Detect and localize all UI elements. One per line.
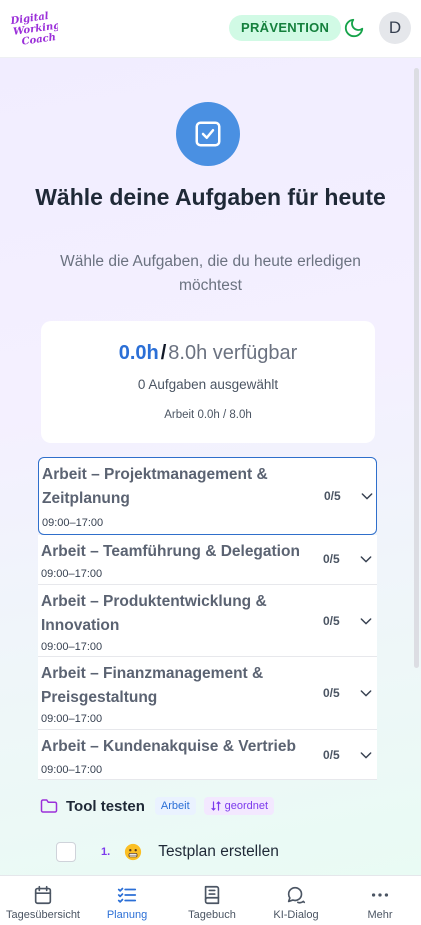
task-number: 1.	[101, 846, 111, 858]
nav-label: Tagesübersicht	[6, 909, 80, 921]
category-count: 0/5	[323, 552, 340, 566]
sort-arrows-icon	[211, 801, 221, 811]
page-subtitle: Wähle die Aufgaben, die du heute erledig…	[60, 253, 361, 294]
nav-ki-dialog[interactable]: KI-Dialog	[254, 876, 338, 925]
calendar-icon	[34, 885, 52, 905]
category-title: Arbeit – Teamführung & Delegation	[41, 543, 300, 560]
page-title: Wähle deine Aufgaben für heute	[35, 184, 386, 210]
project-row[interactable]: Tool testen Arbeit geordnet	[40, 795, 400, 817]
bottom-navigation: Tagesübersicht Planung Tagebuch KI-Dialo…	[0, 875, 421, 925]
category-count: 0/5	[323, 686, 340, 700]
category-time: 09:00–17:00	[41, 641, 103, 653]
sort-order-label: geordnet	[224, 800, 269, 812]
category-budget: Arbeit 0.0h / 8.0h	[164, 409, 252, 421]
project-name: Tool testen	[66, 797, 145, 815]
category-kundenakquise[interactable]: Arbeit – Kundenakquise & Vertrieb 09:00–…	[38, 730, 377, 780]
category-time: 09:00–17:00	[41, 568, 103, 580]
nav-tagesuebersicht[interactable]: Tagesübersicht	[1, 876, 85, 925]
category-count: 0/5	[323, 614, 340, 628]
category-title: Arbeit – Kundenakquise & Vertrieb	[41, 738, 296, 755]
project-category-tag: Arbeit	[154, 797, 196, 815]
category-title: Arbeit – Projektmanagement & Zeitplanung	[42, 466, 268, 507]
category-title: Arbeit – Finanzmanagement & Preisgestalt…	[41, 665, 264, 706]
digital-working-coach-logo[interactable]: Digital Working Coach	[10, 9, 58, 49]
hours-used: 0.0h	[118, 342, 159, 364]
nav-label: Tagebuch	[188, 909, 236, 921]
book-icon	[204, 885, 220, 905]
list-check-icon	[117, 887, 137, 903]
task-name: Testplan erstellen	[158, 843, 279, 860]
checkbox-icon	[195, 121, 221, 147]
category-time: 09:00–17:00	[41, 713, 103, 725]
task-row[interactable]: 1. Testplan erstellen	[56, 841, 396, 863]
avatar[interactable]: D	[379, 12, 411, 44]
nav-tagebuch[interactable]: Tagebuch	[170, 876, 254, 925]
category-projektmanagement[interactable]: Arbeit – Projektmanagement & Zeitplanung…	[38, 457, 377, 535]
more-icon	[371, 893, 389, 897]
mode-badge[interactable]: PRÄVENTION	[229, 15, 342, 41]
nav-label: Planung	[106, 909, 148, 921]
category-time: 09:00–17:00	[42, 517, 104, 529]
nav-mehr[interactable]: Mehr	[338, 876, 421, 925]
chat-icon	[287, 886, 306, 904]
time-summary-card: 0.0h/8.0h verfügbar 0 Aufgaben ausgewähl…	[41, 321, 375, 443]
selected-tasks-count: 0 Aufgaben ausgewählt	[137, 377, 279, 392]
app-header: Digital Working Coach PRÄVENTION D	[0, 0, 421, 58]
nav-label: KI-Dialog	[273, 909, 319, 921]
hours-slash: /	[160, 342, 167, 364]
category-teamfuehrung[interactable]: Arbeit – Teamführung & Delegation 09:00–…	[38, 535, 377, 585]
category-count: 0/5	[323, 748, 340, 762]
chevron-down-icon[interactable]	[358, 747, 374, 763]
task-checkbox[interactable]	[56, 842, 76, 862]
moon-icon[interactable]	[343, 17, 365, 39]
planning-page: Wähle deine Aufgaben für heute Wähle die…	[0, 58, 421, 875]
task-select-hero-icon	[176, 102, 240, 166]
chevron-down-icon[interactable]	[358, 685, 374, 701]
chevron-down-icon[interactable]	[359, 488, 375, 504]
hours-available: 8.0h verfügbar	[168, 342, 298, 364]
nav-planung[interactable]: Planung	[85, 876, 169, 925]
category-produktentwicklung[interactable]: Arbeit – Produktentwicklung & Innovation…	[38, 585, 377, 657]
category-title: Arbeit – Produktentwicklung & Innovation	[41, 593, 267, 634]
chevron-down-icon[interactable]	[358, 551, 374, 567]
category-time: 09:00–17:00	[41, 764, 103, 776]
category-count: 0/5	[324, 489, 341, 503]
chevron-down-icon[interactable]	[358, 613, 374, 629]
category-finanzmanagement[interactable]: Arbeit – Finanzmanagement & Preisgestalt…	[38, 657, 377, 730]
folder-icon	[40, 799, 58, 813]
scrollbar-thumb[interactable]	[414, 68, 419, 668]
grimacing-face-icon	[125, 843, 142, 861]
nav-label: Mehr	[367, 909, 393, 921]
sort-order-tag[interactable]: geordnet	[203, 797, 275, 815]
hours-summary: 0.0h/8.0h verfügbar	[41, 339, 375, 367]
